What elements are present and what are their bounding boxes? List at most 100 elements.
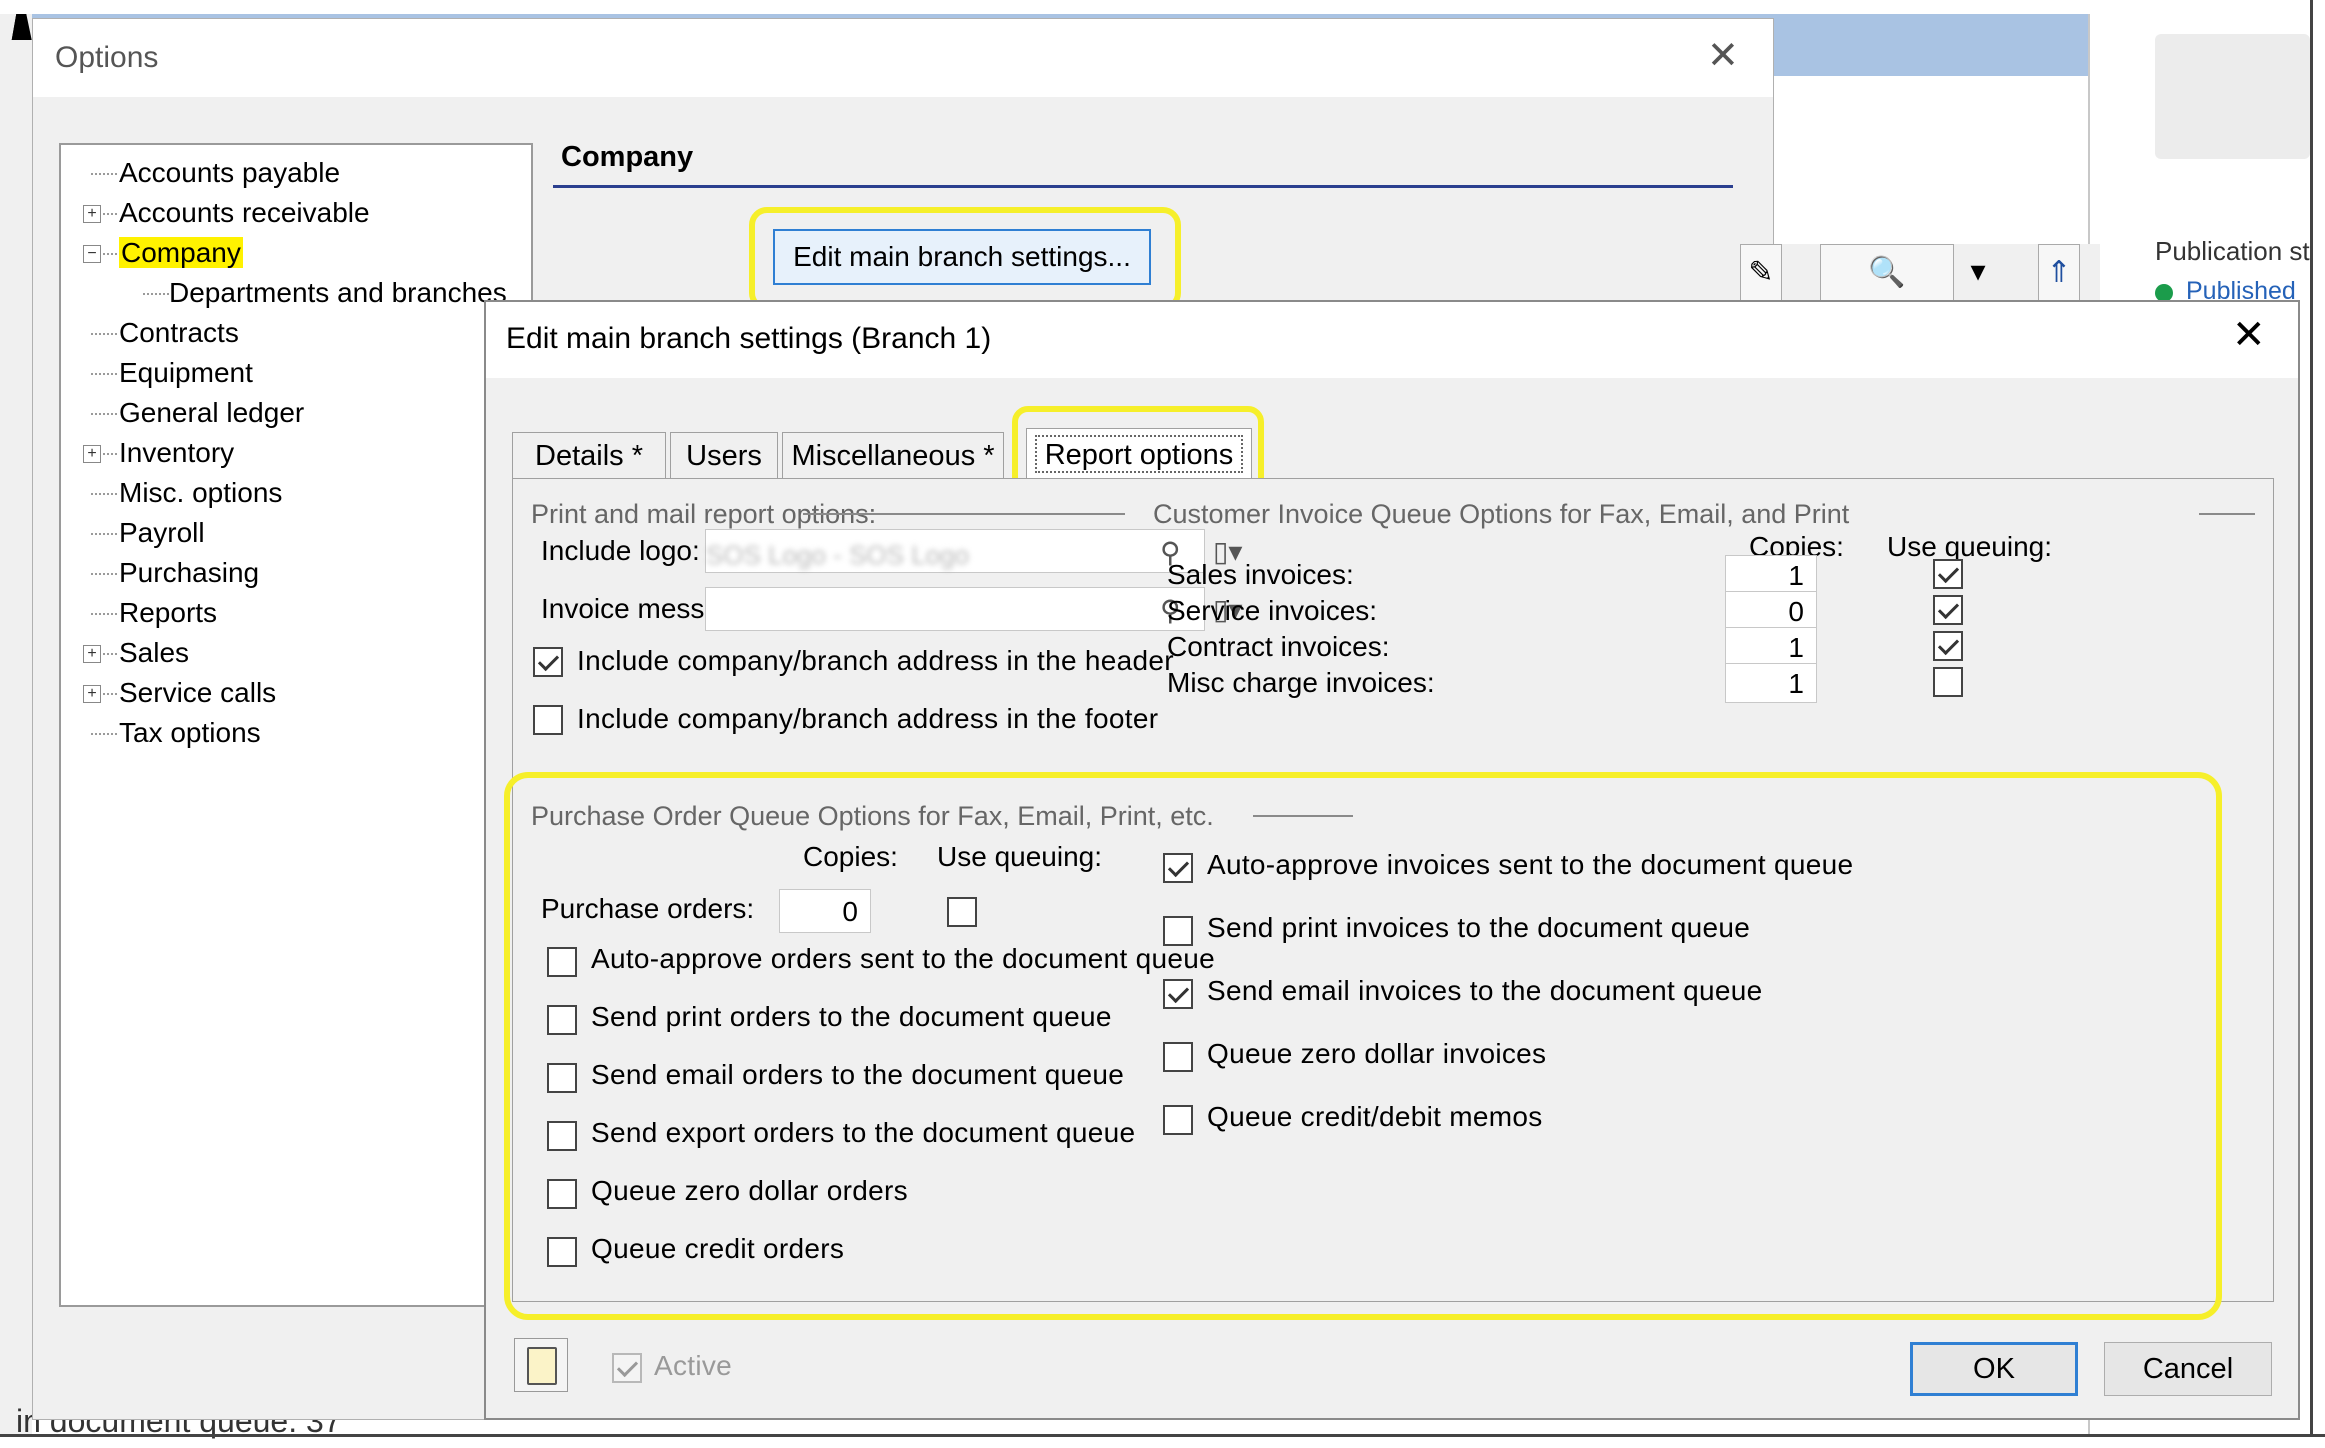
include-address-header-checkbox[interactable] xyxy=(533,647,563,677)
collapse-up-icon[interactable]: ⇑ xyxy=(2038,244,2080,304)
group-divider xyxy=(2199,513,2255,515)
tree-expand-icon[interactable]: + xyxy=(83,645,101,663)
tree-item-sales[interactable]: Sales xyxy=(119,637,189,669)
invoice-row-label: Contract invoices: xyxy=(1167,631,1390,662)
section-header-company: Company xyxy=(561,141,694,173)
invoice-row-label: Misc charge invoices: xyxy=(1167,667,1435,698)
tree-item-reports[interactable]: Reports xyxy=(119,597,217,629)
options-close-icon[interactable]: ✕ xyxy=(1707,33,1739,78)
invoice-row-label: Sales invoices: xyxy=(1167,559,1354,590)
tree-connector xyxy=(91,733,117,735)
invoice-copies-input[interactable]: 1 xyxy=(1725,555,1817,595)
tree-expand-icon[interactable]: + xyxy=(83,205,101,223)
include-logo-label: Include logo: xyxy=(541,535,700,566)
tree-item-label: Purchasing xyxy=(119,557,260,588)
tree-connector xyxy=(91,373,117,375)
invoice-row-label: Service invoices: xyxy=(1167,595,1378,626)
tree-item-label: Tax options xyxy=(119,717,261,748)
tree-connector xyxy=(91,333,117,335)
tree-connector xyxy=(91,413,117,415)
invoice-use-queuing-checkbox[interactable] xyxy=(1933,667,1963,697)
invoice-message-input[interactable]: ⚲ xyxy=(705,587,1205,631)
tree-item-purchasing[interactable]: Purchasing xyxy=(119,557,259,589)
tree-item-company[interactable]: Company xyxy=(119,237,243,269)
tree-connector xyxy=(91,573,117,575)
include-address-footer-label: Include company/branch address in the fo… xyxy=(577,703,1159,734)
dialog-close-icon[interactable]: ✕ xyxy=(2232,312,2266,358)
invoice-copies-input[interactable]: 0 xyxy=(1725,591,1817,631)
frame-bottom-edge xyxy=(0,1434,2325,1437)
tree-item-label: Company xyxy=(119,237,243,268)
include-logo-value: SOS Logo - SOS Logo xyxy=(706,540,970,570)
tree-item-payroll[interactable]: Payroll xyxy=(119,517,205,549)
active-label: Active xyxy=(654,1350,733,1381)
tree-expand-icon[interactable]: + xyxy=(83,445,101,463)
group-divider xyxy=(803,513,1125,515)
tree-item-service-calls[interactable]: Service calls xyxy=(119,677,276,709)
tree-item-tax-options[interactable]: Tax options xyxy=(119,717,261,749)
invoice-use-queuing-checkbox[interactable] xyxy=(1933,595,1963,625)
tree-item-label: Misc. options xyxy=(119,477,283,508)
options-window-title: Options xyxy=(55,41,159,74)
tab-details[interactable]: Details * xyxy=(512,432,666,479)
tree-item-misc-options[interactable]: Misc. options xyxy=(119,477,282,509)
tree-item-label: Reports xyxy=(119,597,218,628)
tree-item-label: General ledger xyxy=(119,397,305,428)
tree-expand-icon[interactable]: + xyxy=(83,685,101,703)
include-address-header-label: Include company/branch address in the he… xyxy=(577,645,1174,676)
edit-pencil-icon[interactable]: ✎ xyxy=(1740,244,1782,304)
tree-collapse-icon[interactable]: − xyxy=(83,245,101,263)
background-card xyxy=(2155,34,2310,159)
invoice-use-queuing-checkbox[interactable] xyxy=(1933,559,1963,589)
background-toolbar: ✎ 🔍 ▾ ⇑ xyxy=(1740,244,2100,304)
tree-item-label: Payroll xyxy=(119,517,205,548)
dropdown-arrow-icon[interactable]: ▾ xyxy=(1962,244,1994,302)
tree-item-equipment[interactable]: Equipment xyxy=(119,357,253,389)
tree-item-label: Inventory xyxy=(119,437,235,468)
tree-item-accounts-receivable[interactable]: Accounts receivable xyxy=(119,197,370,229)
tree-item-label: Service calls xyxy=(119,677,277,708)
active-checkbox[interactable] xyxy=(612,1353,642,1383)
tree-connector xyxy=(91,173,117,175)
invoice-copies-input[interactable]: 1 xyxy=(1725,663,1817,703)
tree-connector xyxy=(91,533,117,535)
dialog-title: Edit main branch settings (Branch 1) xyxy=(506,322,992,355)
tab-users[interactable]: Users xyxy=(670,432,778,479)
tree-item-departments-and-branches[interactable]: Departments and branches xyxy=(169,277,507,309)
tree-connector xyxy=(91,613,117,615)
tree-item-general-ledger[interactable]: General ledger xyxy=(119,397,304,429)
search-icon[interactable]: 🔍 xyxy=(1820,244,1954,304)
tree-connector xyxy=(91,493,117,495)
background-left-strip xyxy=(0,14,32,1434)
cancel-button[interactable]: Cancel xyxy=(2104,1342,2272,1396)
tree-item-inventory[interactable]: Inventory xyxy=(119,437,234,469)
invoice-copies-input[interactable]: 1 xyxy=(1725,627,1817,667)
invoice-use-queuing-header: Use queuing: xyxy=(1887,531,2053,562)
dialog-titlebar: Edit main branch settings (Branch 1) ✕ xyxy=(486,302,2298,378)
publication-status-label: Publication st xyxy=(2155,236,2310,266)
tree-item-label: Accounts receivable xyxy=(119,197,370,228)
tree-item-label: Equipment xyxy=(119,357,253,388)
tree-item-label: Contracts xyxy=(119,317,239,348)
ok-button[interactable]: OK xyxy=(1910,1342,2078,1396)
frame-right-edge xyxy=(2310,0,2313,1437)
highlight-queue-options xyxy=(504,772,2222,1320)
invoice-use-queuing-checkbox[interactable] xyxy=(1933,631,1963,661)
tree-item-label: Sales xyxy=(119,637,190,668)
tab-miscellaneous[interactable]: Miscellaneous * xyxy=(782,432,1004,479)
options-titlebar: Options ✕ xyxy=(33,19,1773,97)
tree-item-label: Departments and branches xyxy=(169,277,507,308)
tree-item-accounts-payable[interactable]: Accounts payable xyxy=(119,157,340,189)
include-logo-input[interactable]: SOS Logo - SOS Logo ⚲ xyxy=(705,529,1205,573)
options-tree: Accounts payable Accounts receivable + Comp… xyxy=(59,143,533,1307)
tree-connector xyxy=(143,293,169,295)
highlight-edit-button xyxy=(749,207,1181,311)
tree-item-label: Accounts payable xyxy=(119,157,341,188)
notes-button[interactable] xyxy=(514,1338,568,1392)
section-header-rule xyxy=(553,185,1733,188)
document-icon xyxy=(527,1347,557,1385)
edit-main-branch-dialog: Edit main branch settings (Branch 1) ✕ D… xyxy=(484,300,2300,1420)
customer-invoice-group-title: Customer Invoice Queue Options for Fax, … xyxy=(1153,499,1850,529)
include-address-footer-checkbox[interactable] xyxy=(533,705,563,735)
tree-item-contracts[interactable]: Contracts xyxy=(119,317,239,349)
